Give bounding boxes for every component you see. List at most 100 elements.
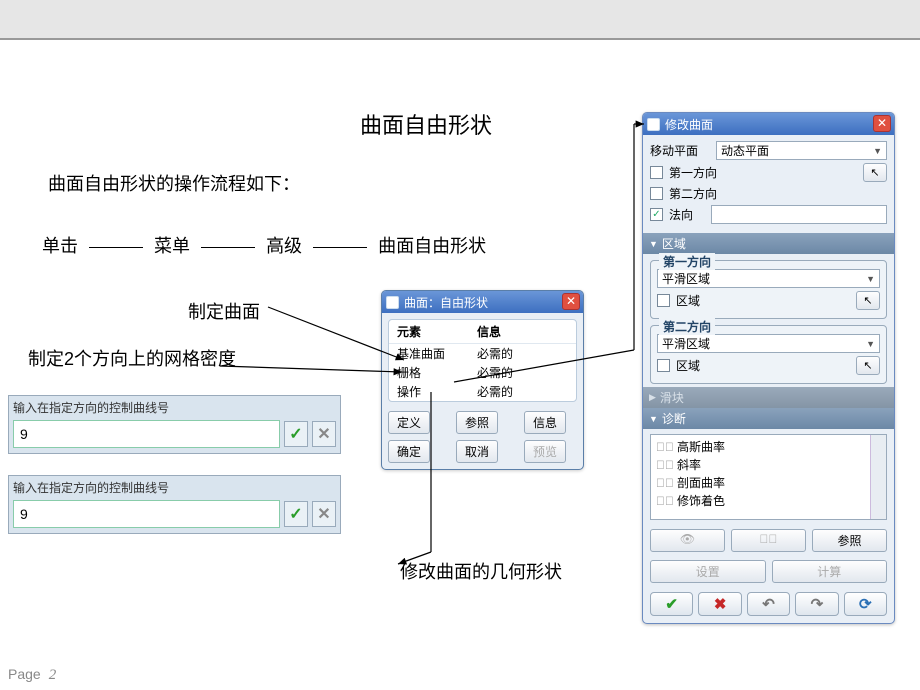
- chevron-down-icon: ▼: [866, 339, 875, 349]
- dir1-checkbox[interactable]: [650, 166, 663, 179]
- table-row[interactable]: 操作必需的: [389, 382, 576, 401]
- ok-button[interactable]: ✔: [650, 592, 693, 616]
- page-number: Page2: [8, 666, 56, 684]
- define-button[interactable]: 定义: [388, 411, 430, 434]
- dir1-region-combo[interactable]: 平滑区域 ▼: [657, 269, 880, 288]
- dir2-region-combo[interactable]: 平滑区域 ▼: [657, 334, 880, 353]
- cancel-button[interactable]: ✖: [698, 592, 741, 616]
- control-curve-input-1[interactable]: [13, 420, 280, 448]
- list-item[interactable]: 👁⃠剖面曲率: [656, 474, 881, 491]
- normal-checkbox[interactable]: ✓: [650, 208, 663, 221]
- flow-arrow: [201, 247, 255, 248]
- triangle-down-icon: ▼: [649, 239, 658, 249]
- group-title: 第一方向: [659, 253, 715, 270]
- dir1-region-checkbox[interactable]: [657, 294, 670, 307]
- table-row[interactable]: 栅格必需的: [389, 363, 576, 382]
- dir2-region-checkbox[interactable]: [657, 359, 670, 372]
- move-plane-label: 移动平面: [650, 142, 710, 159]
- undo-button[interactable]: ↶: [747, 592, 790, 616]
- close-icon: ✖: [714, 595, 727, 613]
- dir1-label: 第一方向: [669, 164, 717, 181]
- flow-step-freeform: 曲面自由形状: [378, 236, 486, 256]
- dir1-region-label: 区域: [676, 292, 700, 309]
- flow-step-click: 单击: [42, 236, 78, 256]
- triangle-right-icon: ▶: [649, 392, 656, 403]
- label-make-surface: 制定曲面: [188, 298, 260, 324]
- refresh-button[interactable]: ⟳: [844, 592, 887, 616]
- hide-button[interactable]: 👁⃠: [731, 529, 806, 552]
- show-button[interactable]: 👁: [650, 529, 725, 552]
- eye-off-icon: 👁⃠: [656, 458, 674, 472]
- control-curve-input-2[interactable]: [13, 500, 280, 528]
- pick-button[interactable]: ↖: [856, 291, 880, 310]
- horizontal-rule: [0, 38, 920, 40]
- input-label: 输入在指定方向的控制曲线号: [13, 399, 336, 416]
- cancel-button[interactable]: 取消: [456, 440, 498, 463]
- preview-button[interactable]: 预览: [524, 440, 566, 463]
- close-button[interactable]: ✕: [873, 115, 891, 132]
- group-title: 第二方向: [659, 318, 715, 335]
- accept-button[interactable]: ✓: [284, 501, 308, 527]
- redo-icon: ↷: [811, 595, 824, 613]
- cancel-button[interactable]: ✕: [312, 501, 336, 527]
- flow-step-menu: 菜单: [154, 236, 190, 256]
- section-region[interactable]: ▼ 区域: [643, 233, 894, 254]
- settings-button[interactable]: 设置: [650, 560, 766, 583]
- close-icon: ✕: [317, 504, 330, 524]
- eye-off-icon: 👁⃠: [656, 494, 674, 508]
- input-block-1: 输入在指定方向的控制曲线号 ✓ ✕: [8, 395, 341, 454]
- dir2-region-label: 区域: [676, 357, 700, 374]
- section-diagnostics[interactable]: ▼ 诊断: [643, 408, 894, 429]
- dialog-titlebar[interactable]: 修改曲面 ✕: [643, 113, 894, 135]
- cursor-icon: ↖: [863, 294, 872, 307]
- pick-button[interactable]: ↖: [863, 163, 887, 182]
- reference-button[interactable]: 参照: [456, 411, 498, 434]
- section-slider[interactable]: ▶ 滑块: [643, 387, 894, 408]
- label-grid-density: 制定2个方向上的网格密度: [28, 345, 236, 371]
- dir2-label: 第二方向: [669, 185, 717, 202]
- accept-button[interactable]: ✓: [284, 421, 308, 447]
- normal-input[interactable]: [711, 205, 887, 224]
- dialog-titlebar[interactable]: 曲面：自由形状 ✕: [382, 291, 583, 313]
- info-button[interactable]: 信息: [524, 411, 566, 434]
- pick-button[interactable]: ↖: [856, 356, 880, 375]
- close-icon: ✕: [317, 424, 330, 444]
- cancel-button[interactable]: ✕: [312, 421, 336, 447]
- normal-label: 法向: [669, 206, 693, 223]
- ok-button[interactable]: 确定: [388, 440, 430, 463]
- calculate-button[interactable]: 计算: [772, 560, 888, 583]
- close-button[interactable]: ✕: [562, 293, 580, 310]
- element-table: 元素 信息 基准曲面必需的 栅格必需的 操作必需的: [388, 319, 577, 402]
- top-bar: [0, 0, 920, 38]
- diagnostics-list: 👁⃠高斯曲率 👁⃠斜率 👁⃠剖面曲率 👁⃠修饰着色: [650, 434, 887, 520]
- list-item[interactable]: 👁⃠斜率: [656, 456, 881, 473]
- label-modify-geom: 修改曲面的几何形状: [400, 558, 562, 584]
- eye-off-icon: 👁⃠: [760, 532, 778, 546]
- chevron-down-icon: ▼: [866, 274, 875, 284]
- check-icon: ✔: [665, 595, 678, 613]
- list-item[interactable]: 👁⃠修饰着色: [656, 492, 881, 509]
- dialog-freeform-surface: 曲面：自由形状 ✕ 元素 信息 基准曲面必需的 栅格必需的 操作必需的 定义 参…: [381, 290, 584, 470]
- chevron-down-icon: ▼: [873, 146, 882, 156]
- redo-button[interactable]: ↷: [795, 592, 838, 616]
- refresh-icon: ⟳: [859, 595, 872, 613]
- combo-value: 动态平面: [721, 142, 769, 159]
- cursor-icon: ↖: [863, 359, 872, 372]
- cursor-icon: ↖: [870, 166, 879, 179]
- flow-step-advanced: 高级: [266, 236, 302, 256]
- reference-button[interactable]: 参照: [812, 529, 887, 552]
- triangle-down-icon: ▼: [649, 414, 658, 424]
- move-plane-combo[interactable]: 动态平面 ▼: [716, 141, 887, 160]
- scrollbar[interactable]: [870, 435, 886, 519]
- undo-icon: ↶: [762, 595, 775, 613]
- eye-off-icon: 👁⃠: [656, 476, 674, 490]
- dialog-icon: [647, 118, 660, 131]
- flow-line: 单击 菜单 高级 曲面自由形状: [42, 232, 486, 258]
- input-label: 输入在指定方向的控制曲线号: [13, 479, 336, 496]
- input-block-2: 输入在指定方向的控制曲线号 ✓ ✕: [8, 475, 341, 534]
- page-title: 曲面自由形状: [360, 108, 492, 140]
- list-item[interactable]: 👁⃠高斯曲率: [656, 438, 881, 455]
- dialog-title: 曲面：自由形状: [404, 294, 488, 311]
- dir2-checkbox[interactable]: [650, 187, 663, 200]
- table-row[interactable]: 基准曲面必需的: [389, 344, 576, 363]
